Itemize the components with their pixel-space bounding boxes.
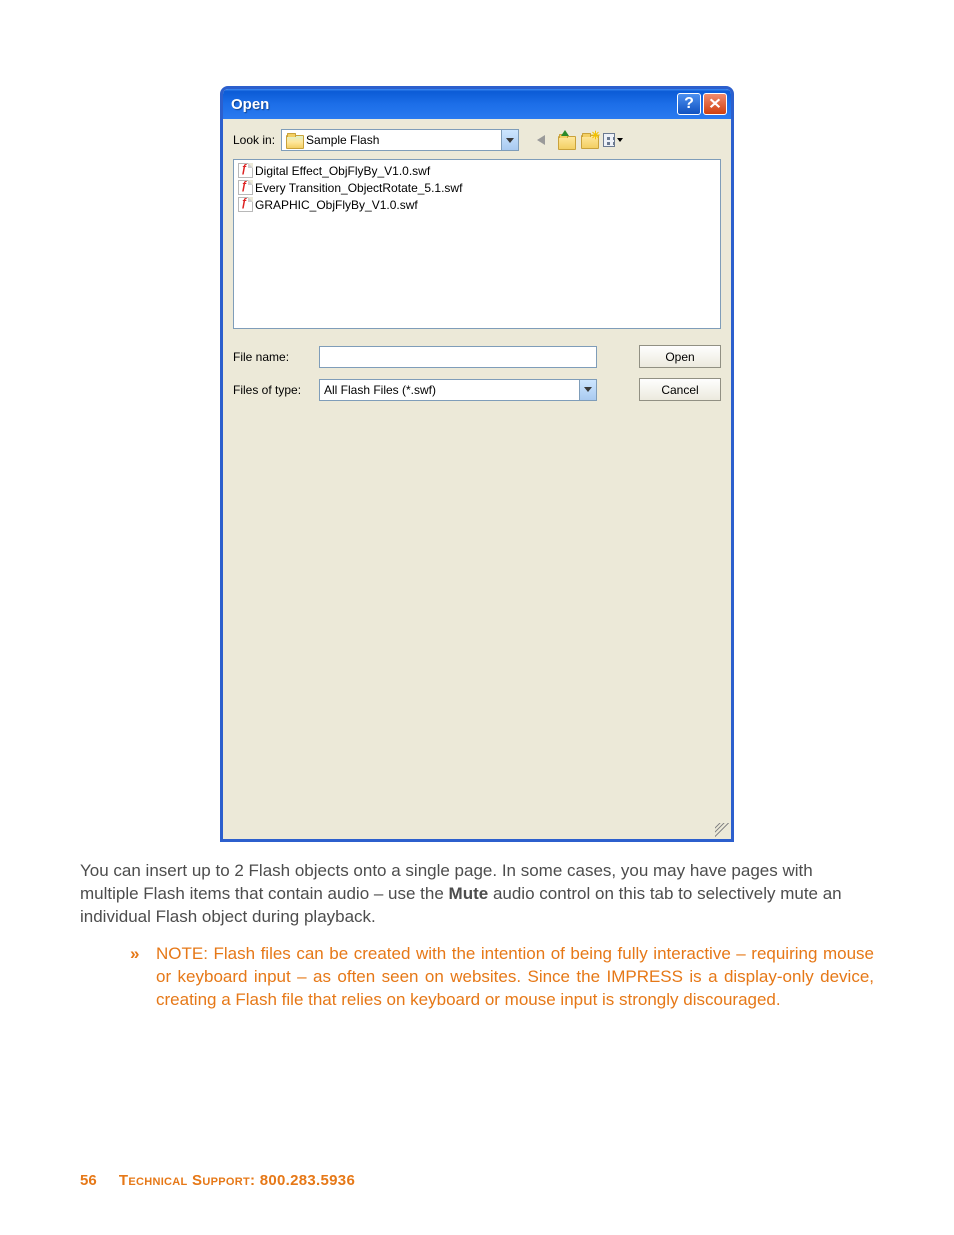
- view-menu-button[interactable]: [603, 130, 623, 150]
- up-one-level-button[interactable]: [555, 130, 575, 150]
- chevron-down-icon[interactable]: [501, 130, 518, 150]
- dialog-title: Open: [231, 96, 269, 113]
- body-paragraph: You can insert up to 2 Flash objects ont…: [80, 860, 874, 929]
- arrow-left-icon: [537, 135, 545, 145]
- resize-grip-icon[interactable]: [715, 823, 729, 837]
- close-icon: ✕: [708, 95, 721, 113]
- list-item[interactable]: Digital Effect_ObjFlyBy_V1.0.swf: [238, 162, 716, 179]
- open-dialog-screenshot: Open ? ✕ Look in: Sample Flash: [220, 86, 734, 842]
- swf-file-icon: [238, 180, 253, 195]
- tech-support-phone: 800.283.5936: [260, 1172, 355, 1189]
- page-footer: 56 Technical Support: 800.283.5936: [80, 1172, 355, 1189]
- documentation-page: Open ? ✕ Look in: Sample Flash: [0, 0, 954, 1235]
- list-item[interactable]: GRAPHIC_ObjFlyBy_V1.0.swf: [238, 196, 716, 213]
- new-folder-button[interactable]: ✳: [579, 130, 599, 150]
- chevron-down-icon[interactable]: [579, 380, 596, 400]
- back-button[interactable]: [531, 130, 551, 150]
- open-dialog: Open ? ✕ Look in: Sample Flash: [220, 86, 734, 842]
- close-button[interactable]: ✕: [703, 93, 727, 115]
- lookin-value: Sample Flash: [306, 133, 501, 147]
- open-button[interactable]: Open: [639, 345, 721, 368]
- folder-open-icon: [286, 133, 302, 147]
- filename-label: File name:: [233, 350, 311, 364]
- list-item[interactable]: Every Transition_ObjectRotate_5.1.swf: [238, 179, 716, 196]
- cancel-button[interactable]: Cancel: [639, 378, 721, 401]
- filename-input[interactable]: [319, 346, 597, 368]
- titlebar: Open ? ✕: [223, 89, 731, 119]
- views-icon: [603, 133, 615, 147]
- lookin-label: Look in:: [233, 133, 275, 147]
- filename-row: File name: Open: [233, 345, 721, 368]
- note-text: NOTE: Flash files can be created with th…: [156, 943, 874, 1012]
- note-block: » NOTE: Flash files can be created with …: [130, 943, 874, 1012]
- mute-keyword: Mute: [449, 884, 489, 903]
- lookin-dropdown[interactable]: Sample Flash: [281, 129, 519, 151]
- filetype-row: Files of type: All Flash Files (*.swf) C…: [233, 378, 721, 401]
- swf-file-icon: [238, 163, 253, 178]
- new-folder-icon: ✳: [579, 131, 599, 149]
- filetype-label: Files of type:: [233, 383, 311, 397]
- up-folder-icon: [556, 132, 574, 148]
- chevron-down-icon: [617, 138, 623, 142]
- lookin-row: Look in: Sample Flash: [233, 129, 721, 151]
- help-button[interactable]: ?: [677, 93, 701, 115]
- swf-file-icon: [238, 197, 253, 212]
- tech-support-label: Technical Support:: [119, 1172, 260, 1189]
- dialog-body: Look in: Sample Flash: [223, 119, 731, 839]
- filetype-dropdown[interactable]: All Flash Files (*.swf): [319, 379, 597, 401]
- file-toolbar: ✳: [531, 130, 623, 150]
- page-number: 56: [80, 1172, 97, 1189]
- note-marker-icon: »: [130, 943, 156, 1012]
- question-icon: ?: [684, 95, 694, 113]
- file-list[interactable]: Digital Effect_ObjFlyBy_V1.0.swf Every T…: [233, 159, 721, 329]
- filetype-value: All Flash Files (*.swf): [324, 383, 579, 397]
